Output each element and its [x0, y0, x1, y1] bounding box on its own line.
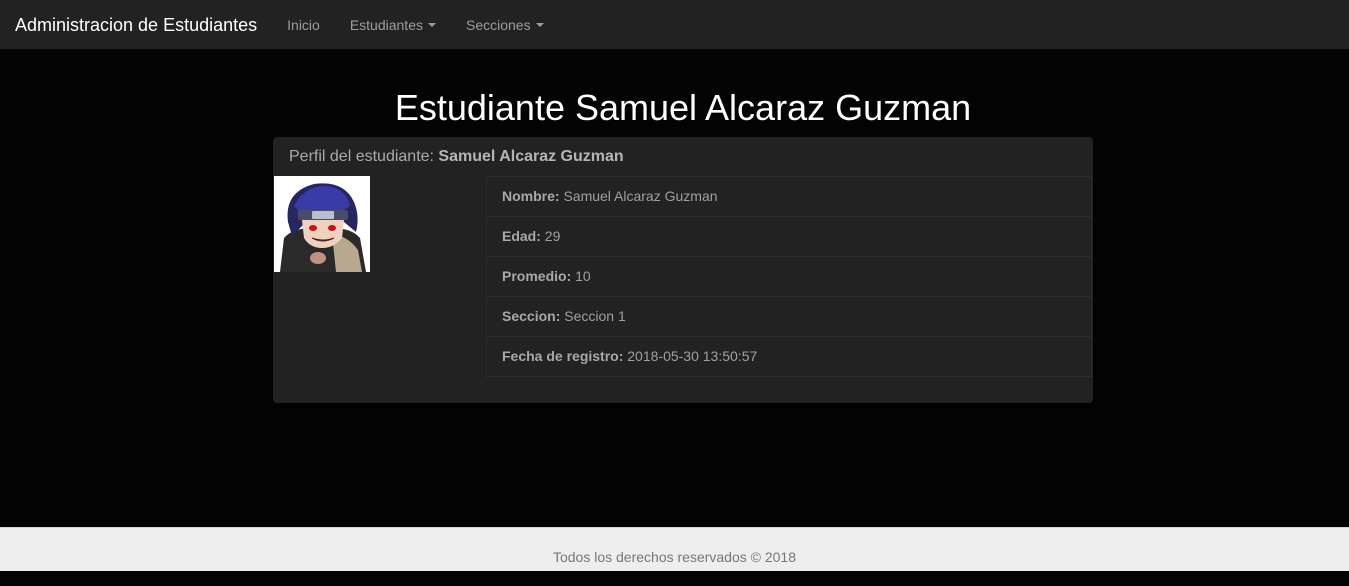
nav-item-estudiantes[interactable]: Estudiantes — [335, 0, 451, 50]
navbar-brand[interactable]: Administracion de Estudiantes — [15, 0, 257, 50]
info-item-nombre: Nombre: Samuel Alcaraz Guzman — [486, 176, 1092, 217]
panel-heading-prefix: Perfil del estudiante: — [289, 148, 439, 165]
nav-item-label: Inicio — [287, 16, 320, 33]
nav-item-secciones[interactable]: Secciones — [451, 0, 559, 50]
navbar-menu: Inicio Estudiantes Secciones — [272, 0, 558, 50]
panel-heading: Perfil del estudiante: Samuel Alcaraz Gu… — [273, 137, 1093, 176]
info-item-fecha-registro: Fecha de registro: 2018-05-30 13:50:57 — [486, 336, 1092, 377]
info-item-edad: Edad: 29 — [486, 216, 1092, 257]
info-label: Promedio: — [502, 268, 572, 284]
navbar: Administracion de Estudiantes Inicio Est… — [0, 0, 1349, 50]
footer: Todos los derechos reservados © 2018 — [0, 527, 1349, 571]
nav-item-label: Estudiantes — [349, 16, 423, 33]
info-value: Samuel Alcaraz Guzman — [563, 188, 718, 204]
info-value: 29 — [544, 228, 561, 244]
caret-down-icon — [535, 22, 544, 27]
info-item-seccion: Seccion: Seccion 1 — [486, 296, 1092, 337]
info-label: Fecha de registro: — [502, 348, 624, 364]
student-info-list: Nombre: Samuel Alcaraz Guzman Edad: 29 P… — [486, 176, 1092, 377]
student-avatar — [274, 176, 370, 272]
info-label: Seccion: — [502, 308, 561, 324]
caret-down-icon — [428, 22, 436, 27]
footer-copyright: Todos los derechos reservados © 2018 — [552, 549, 796, 565]
info-value: 10 — [575, 268, 591, 284]
info-label: Edad: — [502, 228, 541, 244]
info-value: 2018-05-30 13:50:57 — [627, 348, 758, 364]
panel-heading-name: Samuel Alcaraz Guzman — [438, 148, 624, 165]
info-item-promedio: Promedio: 10 — [486, 256, 1092, 297]
nav-item-inicio[interactable]: Inicio — [272, 0, 335, 50]
student-profile-panel: Perfil del estudiante: Samuel Alcaraz Gu… — [273, 137, 1093, 403]
student-avatar-image — [274, 176, 370, 272]
nav-item-label: Secciones — [466, 16, 531, 33]
info-value: Seccion 1 — [564, 308, 626, 324]
page-title: Estudiante Samuel Alcaraz Guzman — [394, 87, 972, 128]
info-label: Nombre: — [502, 188, 560, 204]
